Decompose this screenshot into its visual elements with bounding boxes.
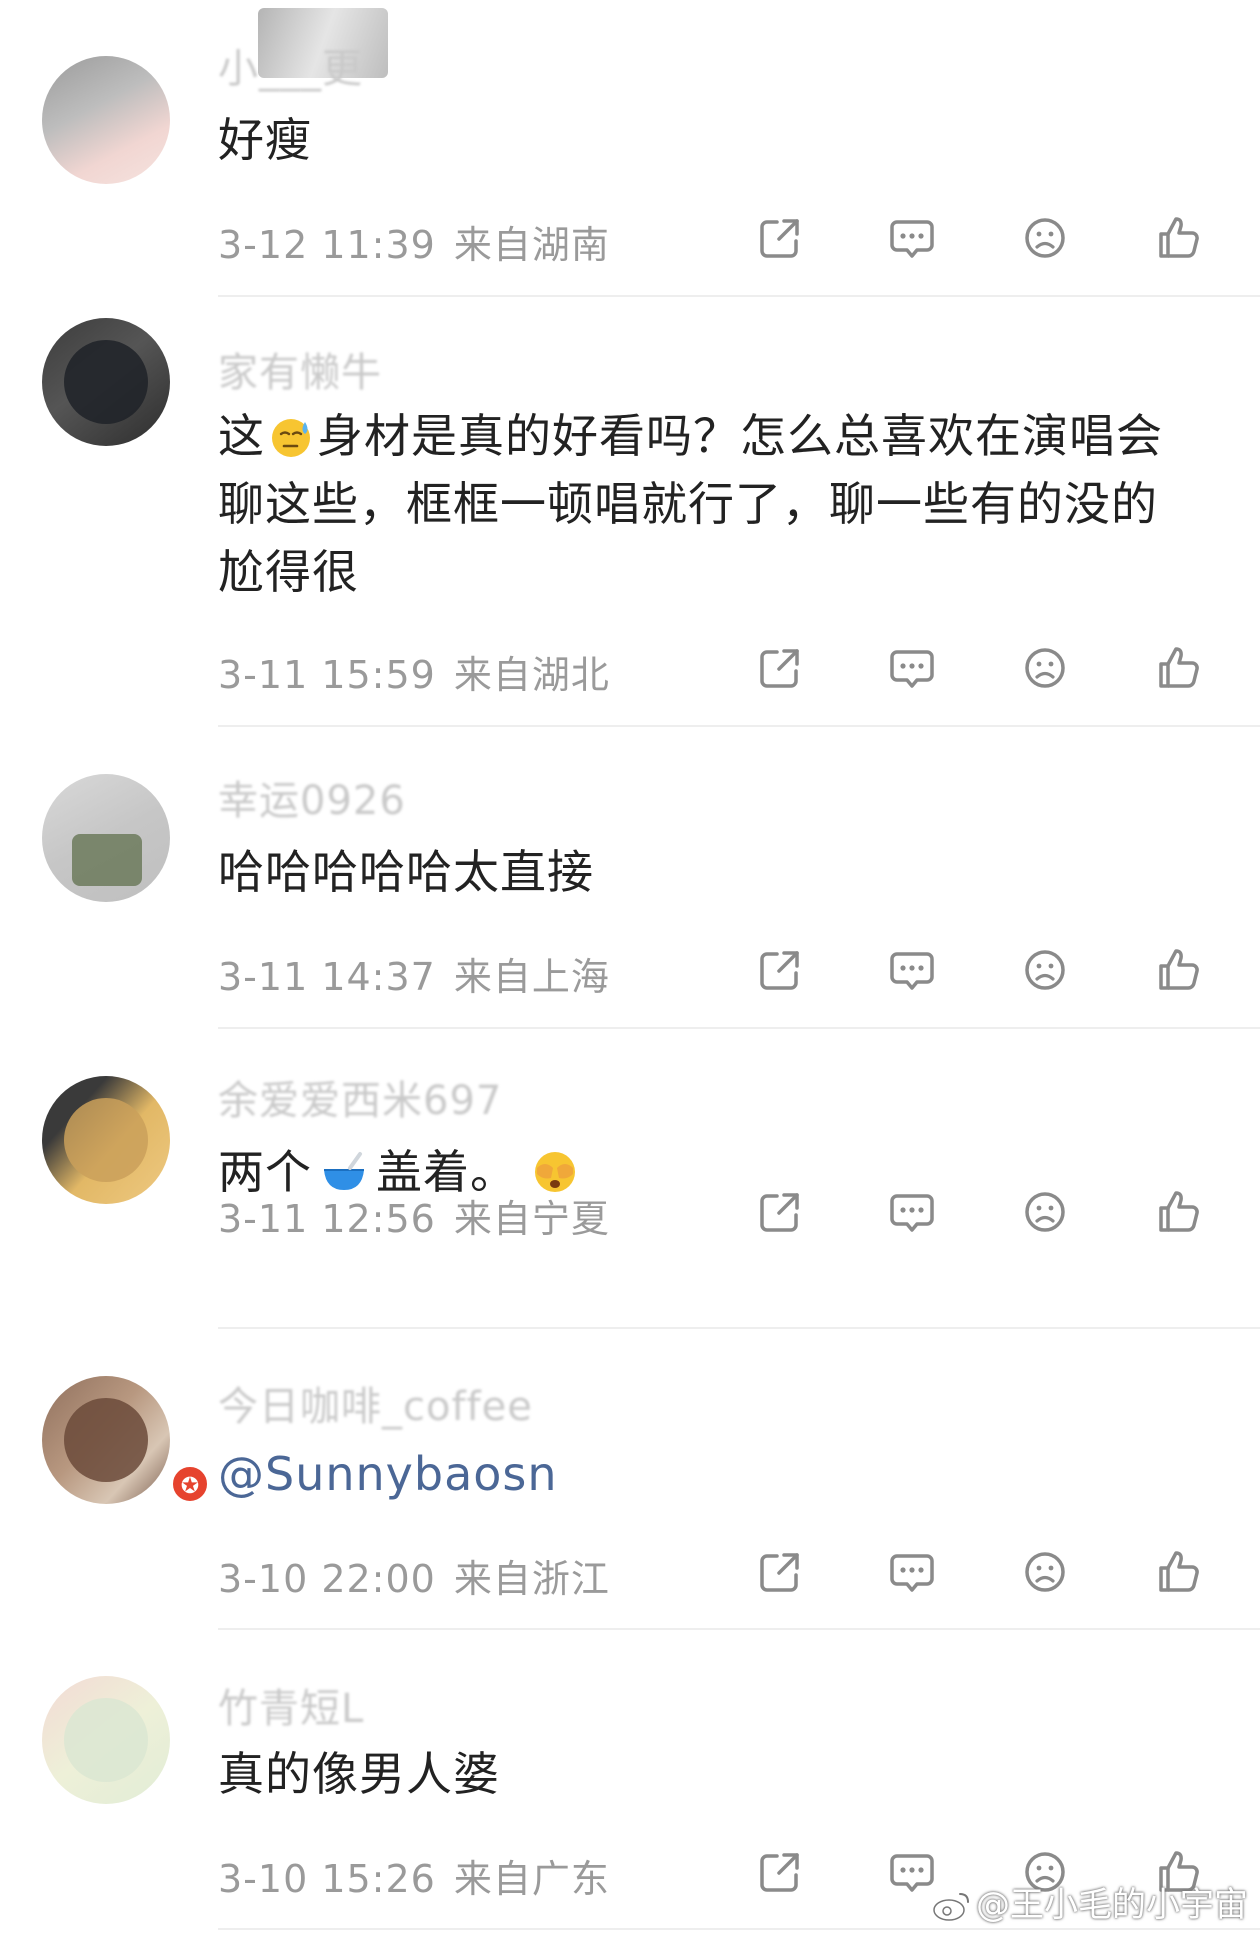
share-icon[interactable] [752, 210, 808, 266]
comment-feed: 小___更 好瘦 3-12 11:39 来自湖南 家有懒牛 这身材是真的好看吗？怎… [0, 0, 1260, 1944]
watermark: @王小毛的小宇宙 [932, 1877, 1248, 1926]
share-icon[interactable] [752, 1844, 808, 1900]
thumbs-up-icon[interactable] [1150, 1544, 1206, 1600]
username[interactable]: 家有懒牛 [218, 340, 382, 398]
divider [218, 295, 1260, 297]
divider [218, 1027, 1260, 1029]
verified-badge-icon: ✪ [170, 1464, 210, 1504]
username[interactable]: 幸运0926 [218, 768, 406, 826]
share-icon[interactable] [752, 640, 808, 696]
username[interactable]: 竹青短L [218, 1676, 364, 1734]
comment-bubble-icon[interactable] [884, 210, 940, 266]
frown-face-icon[interactable] [1017, 1184, 1073, 1240]
thumbs-up-icon[interactable] [1150, 210, 1206, 266]
username[interactable]: 余爱爱西米697 [218, 1068, 502, 1126]
comment-text-part: 身材是真的好看吗？怎么总喜欢在演唱会聊这些，框框一顿唱就行了，聊一些有的没的尬得… [218, 409, 1163, 599]
comment-bubble-icon[interactable] [884, 942, 940, 998]
action-bar [0, 1544, 1260, 1600]
comment-text-part: 这 [218, 409, 265, 463]
comment-bubble-icon[interactable] [884, 640, 940, 696]
divider [218, 1327, 1260, 1329]
share-icon[interactable] [752, 942, 808, 998]
mention-link[interactable]: @Sunnybaosn [218, 1440, 1178, 1508]
divider [218, 725, 1260, 727]
comment-text: 哈哈哈哈哈太直接 [218, 845, 594, 899]
frown-face-icon[interactable] [1017, 210, 1073, 266]
username[interactable]: 小___更 [218, 36, 363, 94]
frown-face-icon[interactable] [1017, 1544, 1073, 1600]
avatar[interactable]: ✪ [42, 1376, 210, 1504]
share-icon[interactable] [752, 1544, 808, 1600]
comment-text: 这身材是真的好看吗？怎么总喜欢在演唱会聊这些，框框一顿唱就行了，聊一些有的没的尬… [218, 402, 1178, 606]
avatar-image [42, 1376, 170, 1504]
comment-text: 好瘦 [218, 113, 312, 167]
avatar[interactable] [42, 56, 170, 184]
weibo-logo-icon [933, 1893, 969, 1921]
watermark-text: @王小毛的小宇宙 [976, 1885, 1248, 1925]
sweat-emoji-icon [272, 419, 310, 457]
avatar[interactable] [42, 1676, 170, 1804]
comment-bubble-icon[interactable] [884, 1184, 940, 1240]
comment-text: 真的像男人婆 [218, 1747, 500, 1801]
username[interactable]: 今日咖啡_coffee [218, 1374, 533, 1432]
thumbs-up-icon[interactable] [1150, 1184, 1206, 1240]
action-bar [0, 210, 1260, 266]
divider [218, 1928, 1260, 1930]
action-bar [0, 1184, 1260, 1240]
share-icon[interactable] [752, 1184, 808, 1240]
avatar[interactable] [42, 774, 170, 902]
avatar[interactable] [42, 318, 170, 446]
thumbs-up-icon[interactable] [1150, 942, 1206, 998]
action-bar [0, 942, 1260, 998]
frown-face-icon[interactable] [1017, 640, 1073, 696]
comment-bubble-icon[interactable] [884, 1544, 940, 1600]
frown-face-icon[interactable] [1017, 942, 1073, 998]
action-bar [0, 640, 1260, 696]
divider [218, 1628, 1260, 1630]
thumbs-up-icon[interactable] [1150, 640, 1206, 696]
